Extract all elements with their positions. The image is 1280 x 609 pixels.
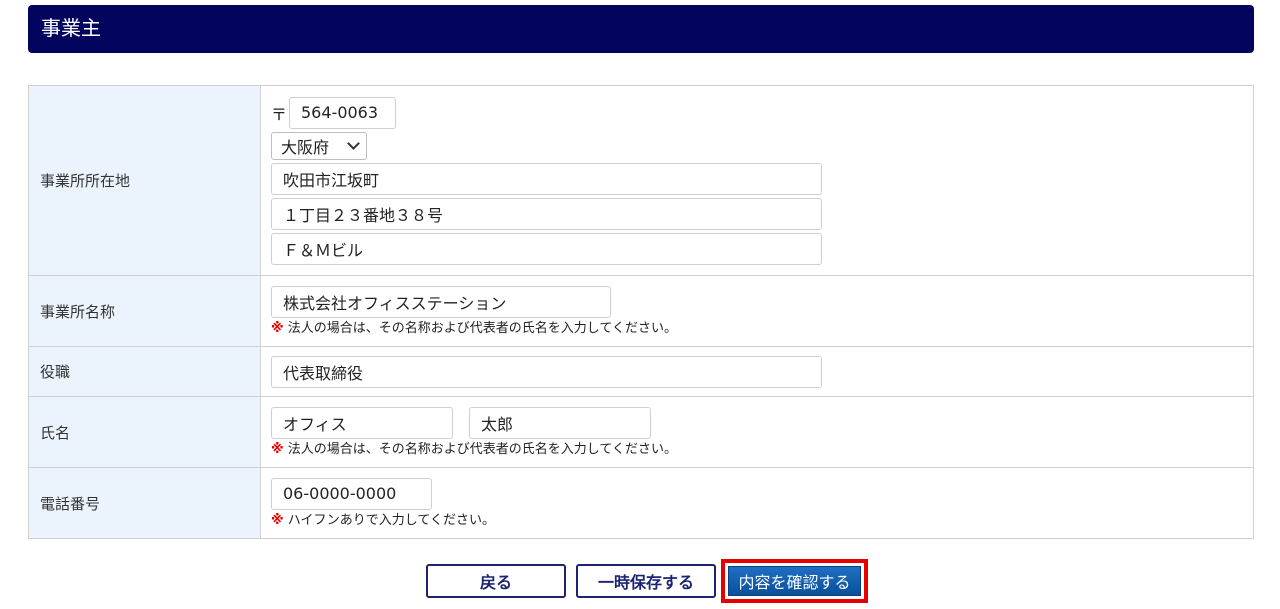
- first-name-input[interactable]: [469, 406, 651, 439]
- back-button[interactable]: 戻る: [426, 564, 566, 598]
- office-name-cell: ※ 法人の場合は、その名称および代表者の氏名を入力してください。: [260, 275, 1254, 347]
- zip-input[interactable]: [289, 96, 396, 129]
- zip-mark: 〒: [271, 104, 288, 124]
- note-text: 法人の場合は、その名称および代表者の氏名を入力してください。: [287, 320, 678, 336]
- prefecture-value: 大阪府: [281, 137, 330, 157]
- zip-row: 〒: [271, 96, 1253, 129]
- prefecture-wrap: 大阪府: [271, 131, 1253, 160]
- office-name-note: ※ 法人の場合は、その名称および代表者の氏名を入力してください。: [271, 320, 1253, 337]
- street-input[interactable]: [271, 197, 822, 230]
- person-name-cell: ※ 法人の場合は、その名称および代表者の氏名を入力してください。: [260, 396, 1254, 468]
- row-phone: 電話番号 ※ ハイフンありで入力してください。: [28, 467, 1254, 539]
- employer-form: 事業所所在地 〒 大阪府 事業所名称 ※ 法人の場合は、その名称および代表者の氏: [28, 85, 1254, 539]
- person-name-label: 氏名: [28, 396, 261, 468]
- confirm-highlight: 内容を確認する: [721, 559, 868, 603]
- office-name-label: 事業所名称: [28, 275, 261, 347]
- last-name-input[interactable]: [271, 406, 453, 439]
- position-label: 役職: [28, 346, 261, 397]
- phone-label: 電話番号: [28, 467, 261, 539]
- confirm-button[interactable]: 内容を確認する: [728, 566, 861, 596]
- note-text: 法人の場合は、その名称および代表者の氏名を入力してください。: [287, 441, 678, 457]
- note-mark: ※: [271, 320, 284, 336]
- row-office-name: 事業所名称 ※ 法人の場合は、その名称および代表者の氏名を入力してください。: [28, 275, 1254, 347]
- row-address: 事業所所在地 〒 大阪府: [28, 85, 1254, 276]
- note-text: ハイフンありで入力してください。: [287, 512, 496, 528]
- prefecture-select[interactable]: 大阪府: [271, 131, 367, 160]
- office-name-input[interactable]: [271, 285, 611, 318]
- address-cell: 〒 大阪府: [260, 85, 1254, 276]
- row-position: 役職: [28, 346, 1254, 397]
- city-input[interactable]: [271, 162, 822, 195]
- phone-note: ※ ハイフンありで入力してください。: [271, 512, 1253, 529]
- chevron-down-icon: [347, 137, 360, 150]
- position-input[interactable]: [271, 355, 822, 388]
- row-person-name: 氏名 ※ 法人の場合は、その名称および代表者の氏名を入力してください。: [28, 396, 1254, 468]
- section-title: 事業主: [41, 16, 101, 40]
- person-name-note: ※ 法人の場合は、その名称および代表者の氏名を入力してください。: [271, 441, 1253, 458]
- save-draft-button[interactable]: 一時保存する: [576, 564, 716, 598]
- address-label: 事業所所在地: [28, 85, 261, 276]
- note-mark: ※: [271, 512, 284, 528]
- note-mark: ※: [271, 441, 284, 457]
- phone-cell: ※ ハイフンありで入力してください。: [260, 467, 1254, 539]
- building-input[interactable]: [271, 232, 822, 265]
- section-header: 事業主: [28, 5, 1254, 53]
- position-cell: [260, 346, 1254, 397]
- phone-input[interactable]: [271, 477, 432, 510]
